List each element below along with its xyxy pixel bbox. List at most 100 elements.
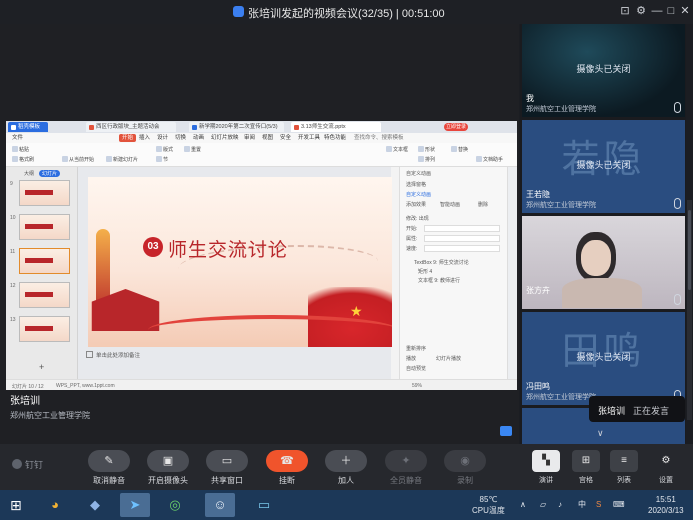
pin-icon[interactable]: ⊡ (618, 4, 632, 18)
add-effect-button[interactable]: 添加效果 (406, 201, 426, 208)
menu-view[interactable]: 视图 (262, 134, 273, 142)
animation-item[interactable]: TextBox 9: 师生交流讨论 (414, 259, 469, 266)
modify-label: 修改: 出现 (406, 216, 429, 222)
ribbon-replace[interactable]: 替换 (451, 146, 468, 154)
browser-taskbar-icon[interactable]: ◕ (40, 493, 70, 517)
menu-design[interactable]: 设计 (157, 134, 168, 142)
menu-review[interactable]: 审阅 (244, 134, 255, 142)
windows-start-icon[interactable]: ⊞ (10, 498, 22, 512)
tab-document-1[interactable]: 西区行政版块_主题活动会 (86, 122, 176, 132)
menu-slideshow[interactable]: 幻灯片放映 (211, 134, 239, 142)
settings-small-icon[interactable]: ⚙ (634, 4, 648, 18)
mic-off-icon: ✎ (88, 450, 130, 472)
menu-devtools[interactable]: 开发工具 (298, 134, 320, 142)
slide-thumbnail[interactable]: 12 (10, 282, 70, 308)
ribbon-new-slide[interactable]: 新建幻灯片 (106, 156, 138, 164)
meeting-taskbar-icon[interactable]: ☺ (205, 493, 235, 517)
view-speaker-button[interactable]: ▚ 演讲 (528, 450, 564, 485)
hangup-button[interactable]: ☎ 挂断 (265, 450, 309, 486)
slide-thumbnail[interactable]: 13 (10, 316, 70, 342)
wechat-taskbar-icon[interactable]: ◎ (160, 493, 190, 517)
tab-document-2[interactable]: 新学期2020年第二次宣传口(5/3) (189, 122, 284, 132)
search-command[interactable]: 查找命令、搜索模板 (354, 134, 404, 142)
reorder-label[interactable]: 重新排序 (406, 345, 426, 352)
smart-animation-button[interactable]: 智能动画 (440, 201, 460, 208)
clock[interactable]: 15:51 2020/3/13 (648, 494, 684, 516)
custom-animation-link[interactable]: 自定义动画 (406, 191, 431, 198)
ime-app-icon[interactable]: S (596, 499, 601, 510)
menu-security[interactable]: 安全 (280, 134, 291, 142)
login-button[interactable]: 立即登录 (444, 123, 468, 131)
menu-home[interactable]: 开始 (119, 134, 137, 142)
ribbon-format-painter[interactable]: 格式刷 (12, 156, 34, 164)
tab-home[interactable]: 稻壳模板 (8, 122, 48, 132)
ribbon-textbox[interactable]: 文本框 (386, 146, 408, 154)
record-button[interactable]: ◉ 录制 (443, 450, 487, 486)
slide-thumbnail-selected[interactable]: 11 (10, 248, 70, 274)
animation-item[interactable]: 矩形 4 (418, 268, 432, 275)
volume-icon[interactable]: ♪ (558, 499, 562, 510)
tray-chevron-icon[interactable]: ∧ (520, 499, 526, 510)
minimize-button[interactable]: — (650, 4, 664, 18)
view-list-button[interactable]: ≡ 列表 (606, 450, 642, 485)
add-slide-button[interactable]: + (39, 362, 44, 372)
notes-placeholder[interactable]: 单击此处添加备注 (86, 351, 140, 359)
camera-button[interactable]: ▣ 开启摄像头 (146, 450, 190, 486)
slide-thumbnail[interactable]: 9 (10, 180, 70, 206)
menu-insert[interactable]: 插入 (139, 134, 150, 142)
tab-pptx[interactable]: 3.13师生交流.pptx (291, 122, 381, 132)
chat-icon[interactable] (500, 426, 512, 436)
chevron-down-icon[interactable]: ∨ (597, 428, 604, 439)
slide-canvas: ★ 03 师生交流讨论 单击此处添加备注 (78, 167, 392, 379)
ribbon-reset[interactable]: 重置 (184, 146, 201, 154)
animation-item[interactable]: 文本框 9: 教师进行 (418, 277, 460, 284)
app-taskbar-icon[interactable]: ◆ (80, 493, 110, 517)
settings-button[interactable]: ⚙ 设置 (648, 450, 684, 485)
ribbon-doc-assistant[interactable]: 文档助手 (476, 156, 503, 164)
share-window-button[interactable]: ▭ 共享窗口 (205, 450, 249, 486)
zoom-level[interactable]: 59% (412, 383, 422, 389)
slideshow-button[interactable]: 幻灯片播放 (436, 355, 461, 362)
unmute-button[interactable]: ✎ 取消静音 (87, 450, 131, 486)
mute-all-button[interactable]: ✦ 全员静音 (384, 450, 428, 486)
slide-title[interactable]: 师生交流讨论 (168, 235, 288, 262)
play-button[interactable]: 播放 (406, 355, 416, 362)
view-grid-button[interactable]: ⊞ 宫格 (568, 450, 604, 485)
menu-file[interactable]: 文件 (12, 134, 23, 142)
tab-slides[interactable]: 幻灯片 (39, 170, 61, 177)
ribbon-from-current[interactable]: 从当前开始 (62, 156, 94, 164)
current-slide[interactable]: ★ 03 师生交流讨论 (88, 177, 392, 347)
participant-tile-video[interactable]: 张方卉 (522, 216, 685, 309)
close-button[interactable]: ✕ (678, 4, 692, 18)
slide-counter: 幻灯片 10 / 12 (12, 384, 44, 390)
network-icon[interactable]: ▱ (540, 499, 546, 510)
ribbon-section[interactable]: 节 (156, 156, 168, 164)
add-person-button[interactable]: ＋ 加人 (324, 450, 368, 486)
input-method-indicator[interactable]: 中 (578, 499, 586, 510)
participant-tile[interactable]: 田鸣 摄像头已关闭 冯田鸣 郑州航空工业管理学院 (522, 312, 685, 405)
select-pane-link[interactable]: 选择窗格 (406, 181, 426, 188)
participant-scrollbar[interactable] (687, 200, 692, 420)
participant-tile-me[interactable]: 摄像头已关闭 我 郑州航空工业管理学院 (522, 24, 685, 117)
keyboard-icon[interactable]: ⌨ (613, 499, 625, 510)
delete-effect-button[interactable]: 删除 (478, 201, 488, 208)
ribbon-shape[interactable]: 形状 (418, 146, 435, 154)
ribbon-paste[interactable]: 粘贴 (12, 146, 29, 154)
autopreview-checkbox[interactable]: 自动预览 (406, 365, 426, 372)
participant-name: 冯田鸣 (526, 382, 550, 391)
meeting-lock-icon (233, 6, 244, 17)
dingtalk-taskbar-icon[interactable]: ➤ (120, 493, 150, 517)
slide-thumbnail[interactable]: 10 (10, 214, 70, 240)
ribbon-arrange[interactable]: 排列 (418, 156, 435, 164)
participant-tile[interactable]: 若隐 摄像头已关闭 王若隐 郑州航空工业管理学院 (522, 120, 685, 213)
maximize-button[interactable]: □ (664, 4, 678, 18)
speed-select[interactable] (424, 245, 500, 252)
window-taskbar-icon[interactable]: ▭ (249, 493, 279, 517)
menu-animation[interactable]: 动画 (193, 134, 204, 142)
menu-transition[interactable]: 切换 (175, 134, 186, 142)
ribbon-layout[interactable]: 版式 (156, 146, 173, 154)
start-select[interactable] (424, 225, 500, 232)
property-select[interactable] (424, 235, 500, 242)
menu-special[interactable]: 特色功能 (324, 134, 346, 142)
tab-outline[interactable]: 大纲 (24, 170, 34, 177)
